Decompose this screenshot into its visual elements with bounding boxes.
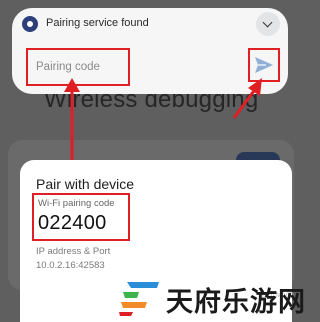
settings-app-icon <box>22 16 38 32</box>
chevron-down-icon[interactable] <box>256 12 280 36</box>
notification-title: Pairing service found <box>46 17 149 29</box>
pairing-code-box: Wi-Fi pairing code 022400 <box>32 193 130 241</box>
send-icon <box>255 57 273 73</box>
watermark-logo-icon <box>119 282 159 316</box>
watermark-brand-text: 天府乐游网 <box>166 287 306 318</box>
pairing-code-value: 022400 <box>38 212 107 234</box>
ip-address-label: IP address & Port <box>36 246 111 257</box>
diagonal-arrow <box>232 78 262 119</box>
up-arrow <box>64 78 80 170</box>
pairing-code-label: Wi-Fi pairing code <box>38 198 115 209</box>
ip-address-value: 10.0.2.16:42583 <box>36 260 105 271</box>
dialog-title: Pair with device <box>36 176 135 192</box>
